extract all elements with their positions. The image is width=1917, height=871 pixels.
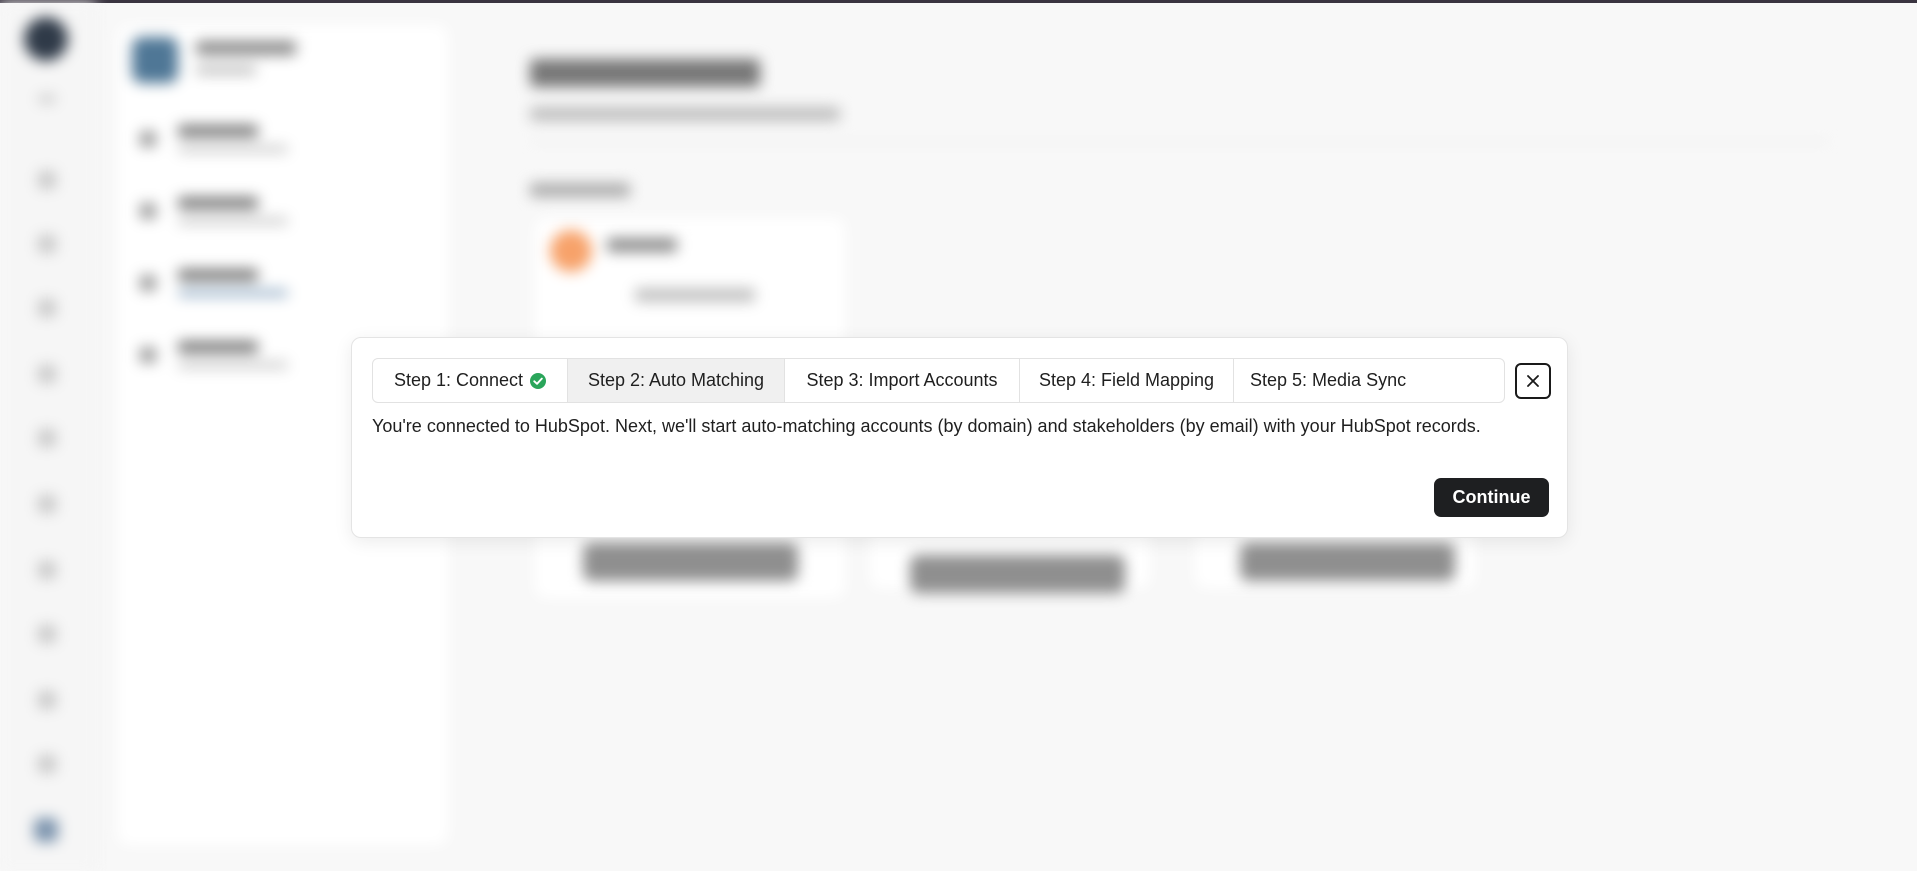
org-subtitle: [196, 65, 256, 75]
close-icon: [1527, 375, 1539, 387]
rail-icon: [38, 561, 56, 579]
tab-step-4[interactable]: Step 4: Field Mapping: [1020, 359, 1234, 402]
main-subtitle: [530, 107, 840, 121]
card-button: [583, 543, 798, 581]
rail-icon: [38, 429, 56, 447]
divider: [530, 141, 1830, 142]
continue-button[interactable]: Continue: [1434, 478, 1549, 517]
rail-icon: [38, 365, 56, 383]
rail-bottom-icon: [34, 818, 58, 842]
card-button: [910, 555, 1125, 593]
rail-icon: [38, 625, 56, 643]
rail-icon: [38, 95, 56, 103]
hubspot-setup-modal: Step 1: Connect Step 2: Auto Matching St…: [351, 337, 1568, 538]
tab-step-1[interactable]: Step 1: Connect: [373, 359, 568, 402]
check-circle-icon: [530, 372, 547, 389]
main-title: [530, 59, 760, 87]
close-button[interactable]: [1515, 363, 1551, 399]
rail-icon: [38, 171, 56, 189]
tab-step-5[interactable]: Step 5: Media Sync: [1234, 359, 1504, 402]
step-tabs: Step 1: Connect Step 2: Auto Matching St…: [372, 358, 1505, 403]
panel-nav-item: [132, 117, 432, 165]
tab-step-2[interactable]: Step 2: Auto Matching: [568, 359, 785, 402]
tab-step-3[interactable]: Step 3: Import Accounts: [785, 359, 1020, 402]
icon-rail: [0, 3, 96, 871]
app-logo: [550, 230, 592, 272]
step-label: Step 1: Connect: [393, 370, 524, 390]
app-name: [607, 238, 677, 252]
modal-message: You're connected to HubSpot. Next, we'll…: [372, 416, 1481, 436]
step-label: Step 2: Auto Matching: [587, 370, 765, 390]
section-label: [530, 183, 630, 197]
org-avatar: [132, 37, 178, 83]
workspace-avatar: [24, 17, 68, 61]
rail-icon: [38, 235, 56, 253]
step-label: Step 5: Media Sync: [1250, 370, 1407, 390]
rail-icon: [38, 755, 56, 773]
card-button: [1240, 543, 1455, 581]
panel-nav-item: [132, 189, 432, 237]
step-label: Step 3: Import Accounts: [806, 370, 998, 390]
panel-nav-item: [132, 261, 432, 309]
step-label: Step 4: Field Mapping: [1038, 370, 1215, 390]
org-name: [196, 41, 296, 55]
rail-icon: [38, 691, 56, 709]
rail-icon: [38, 495, 56, 513]
rail-icon: [38, 299, 56, 317]
app-detail: [635, 288, 755, 302]
